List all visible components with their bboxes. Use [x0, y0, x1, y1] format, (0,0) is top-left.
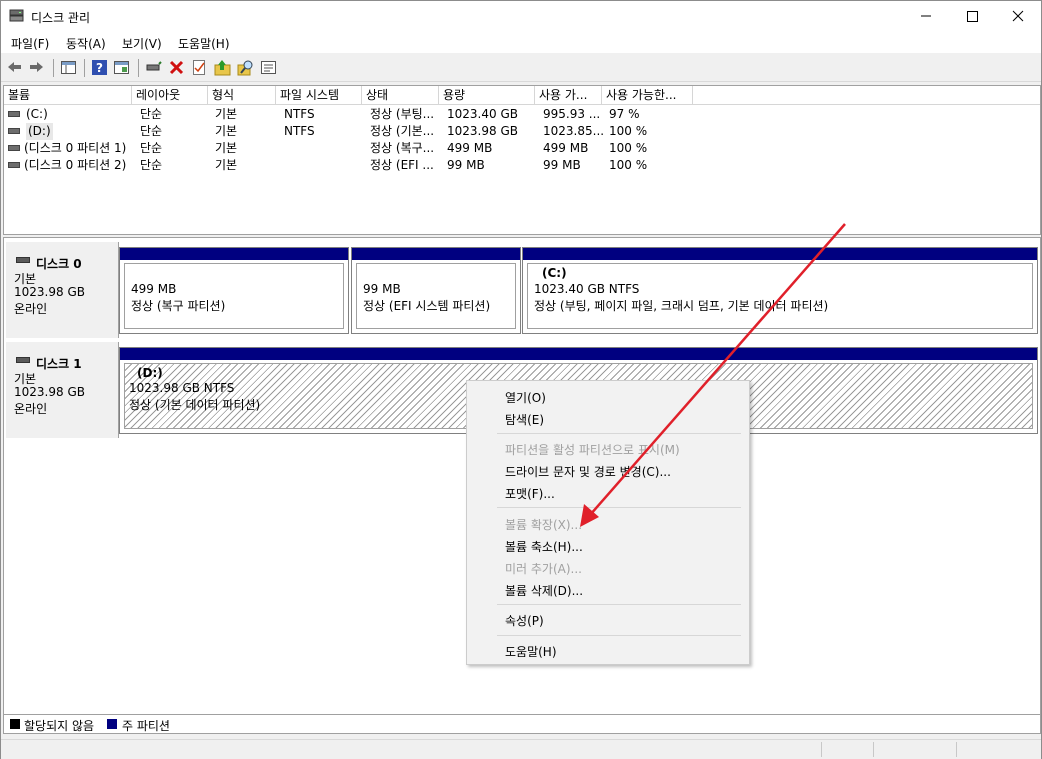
disk-icon [16, 257, 30, 263]
volume-list: 볼륨 레이아웃 형식 파일 시스템 상태 용량 사용 가... 사용 가능한..… [3, 85, 1041, 235]
drive-icon [8, 145, 20, 151]
menu-change-drive-letter[interactable]: 드라이브 문자 및 경로 변경(C)... [505, 463, 671, 480]
column-header-volume[interactable]: 볼륨 [4, 86, 132, 104]
disk-0-label[interactable]: 디스크 0 기본 1023.98 GB 온라인 [6, 242, 119, 338]
close-button[interactable] [995, 1, 1041, 31]
menu-shrink-volume[interactable]: 볼륨 축소(H)... [505, 538, 583, 555]
disk-1-name: 디스크 1 [36, 357, 82, 371]
menu-separator [497, 433, 741, 434]
menu-format[interactable]: 포맷(F)... [505, 485, 555, 502]
drive-icon [8, 111, 20, 117]
menu-add-mirror: 미러 추가(A)... [505, 562, 582, 576]
disk-0-status: 온라인 [14, 302, 48, 316]
primary-partition-bar [352, 248, 520, 260]
search-icon[interactable] [237, 59, 254, 76]
drive-icon [8, 128, 20, 134]
column-header-layout[interactable]: 레이아웃 [132, 86, 208, 104]
settings-icon[interactable] [260, 59, 277, 76]
menu-delete-volume[interactable]: 볼륨 삭제(D)... [505, 582, 583, 599]
context-menu: 열기(O) 탐색(E) 파티션을 활성 파티션으로 표시(M) 드라이브 문자 … [466, 380, 750, 665]
properties-icon[interactable] [113, 59, 130, 76]
column-header-percent-free[interactable]: 사용 가능한... [602, 86, 693, 104]
disk-icon [16, 357, 30, 363]
menu-separator [497, 635, 741, 636]
minimize-button[interactable] [903, 1, 949, 31]
back-arrow-icon[interactable] [6, 59, 23, 76]
menu-view[interactable]: 보기(V) [122, 35, 162, 52]
disk-1-size: 1023.98 GB [14, 385, 85, 399]
forward-arrow-icon[interactable] [28, 59, 45, 76]
volume-list-header: 볼륨 레이아웃 형식 파일 시스템 상태 용량 사용 가... 사용 가능한..… [4, 86, 1040, 105]
menu-help-item[interactable]: 도움말(H) [505, 643, 557, 660]
toolbar-separator [84, 59, 85, 77]
menu-separator [497, 604, 741, 605]
menu-explore[interactable]: 탐색(E) [505, 411, 544, 428]
table-row[interactable]: (C:) 단순 기본 NTFS 정상 (부팅... 1023.40 GB 995… [4, 106, 1040, 123]
disk-0-size: 1023.98 GB [14, 285, 85, 299]
toolbar: ? [1, 54, 1041, 82]
partition-label: (D:) [137, 366, 163, 380]
partition-status: 정상 (기본 데이터 파티션) [129, 398, 261, 412]
help-icon[interactable]: ? [91, 59, 108, 76]
legend-unallocated: 할당되지 않음 [24, 719, 95, 733]
delete-icon[interactable] [168, 59, 185, 76]
primary-partition-bar [120, 248, 348, 260]
column-header-capacity[interactable]: 용량 [439, 86, 535, 104]
menu-extend-volume: 볼륨 확장(X)... [505, 518, 583, 532]
disk-1-status: 온라인 [14, 402, 48, 416]
table-row[interactable]: (D:) 단순 기본 NTFS 정상 (기본... 1023.98 GB 102… [4, 123, 1040, 140]
status-bar-divider [873, 742, 875, 757]
app-icon [9, 9, 24, 22]
drive-icon [8, 162, 20, 168]
connect-drive-icon[interactable] [145, 59, 162, 76]
primary-swatch [107, 719, 117, 729]
menu-help[interactable]: 도움말(H) [178, 35, 230, 52]
toolbar-separator [138, 59, 139, 77]
menu-properties[interactable]: 속성(P) [505, 612, 544, 629]
menu-bar: 파일(F) 동작(A) 보기(V) 도움말(H) [1, 31, 1041, 53]
status-bar-divider [821, 742, 823, 757]
table-row[interactable]: (디스크 0 파티션 1) 단순 기본 정상 (복구... 499 MB 499… [4, 140, 1040, 157]
column-header-filesystem[interactable]: 파일 시스템 [276, 86, 362, 104]
table-row[interactable]: (디스크 0 파티션 2) 단순 기본 정상 (EFI ... 99 MB 99… [4, 157, 1040, 174]
menu-action[interactable]: 동작(A) [66, 35, 106, 52]
primary-partition-bar [523, 248, 1037, 260]
legend-primary: 주 파티션 [122, 719, 170, 733]
maximize-button[interactable] [949, 1, 995, 31]
partition-efi[interactable]: 99 MB 정상 (EFI 시스템 파티션) [351, 247, 521, 334]
checklist-icon[interactable] [191, 59, 208, 76]
unallocated-swatch [10, 719, 20, 729]
primary-partition-bar [120, 348, 1037, 360]
menu-file[interactable]: 파일(F) [11, 35, 49, 52]
column-header-type[interactable]: 형식 [208, 86, 276, 104]
window-title: 디스크 관리 [31, 11, 91, 25]
partition-status: 정상 (EFI 시스템 파티션) [363, 299, 491, 313]
svg-text:?: ? [96, 61, 103, 75]
partition-label: (C:) [542, 266, 567, 280]
partition-recovery[interactable]: 499 MB 정상 (복구 파티션) [119, 247, 349, 334]
partition-size: 99 MB [363, 282, 401, 296]
status-bar [1, 739, 1041, 759]
partition-size: 1023.40 GB NTFS [534, 282, 640, 296]
menu-open[interactable]: 열기(O) [505, 389, 546, 406]
column-header-free-space[interactable]: 사용 가... [535, 86, 602, 104]
menu-separator [497, 507, 741, 508]
up-folder-icon[interactable] [214, 59, 231, 76]
legend: 할당되지 않음 주 파티션 [3, 714, 1041, 734]
status-bar-divider [956, 742, 958, 757]
toolbar-separator [53, 59, 54, 77]
partition-c[interactable]: (C:) 1023.40 GB NTFS 정상 (부팅, 페이지 파일, 크래시… [522, 247, 1038, 334]
partition-status: 정상 (복구 파티션) [131, 299, 226, 313]
partition-size: 499 MB [131, 282, 177, 296]
console-tree-icon[interactable] [60, 59, 77, 76]
partition-size: 1023.98 GB NTFS [129, 381, 235, 395]
disk-1-label[interactable]: 디스크 1 기본 1023.98 GB 온라인 [6, 342, 119, 438]
title-bar: 디스크 관리 [1, 1, 1041, 31]
partition-status: 정상 (부팅, 페이지 파일, 크래시 덤프, 기본 데이터 파티션) [534, 299, 829, 313]
column-header-status[interactable]: 상태 [362, 86, 439, 104]
menu-mark-active: 파티션을 활성 파티션으로 표시(M) [505, 443, 680, 457]
disk-0-name: 디스크 0 [36, 257, 82, 271]
